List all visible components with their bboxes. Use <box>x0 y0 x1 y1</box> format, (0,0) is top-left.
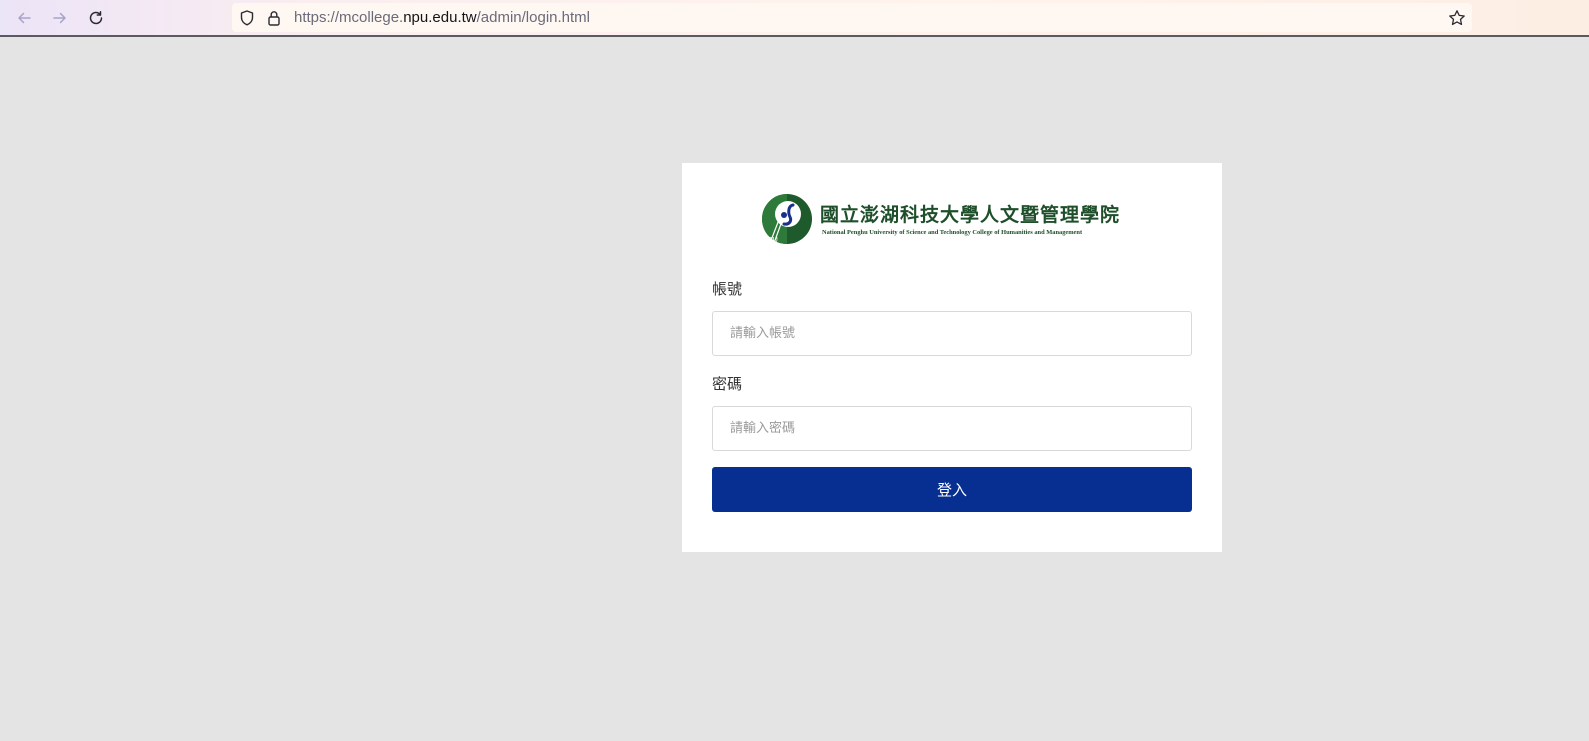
college-name-en: National Penghu University of Science an… <box>822 229 1083 236</box>
password-input[interactable] <box>712 406 1192 451</box>
login-button[interactable]: 登入 <box>712 467 1192 512</box>
account-label: 帳號 <box>712 280 743 298</box>
bookmark-star-icon[interactable] <box>1448 9 1466 27</box>
forward-icon[interactable] <box>50 8 70 28</box>
login-card: NPU 國立澎湖科技大學人文暨管理學院 National Penghu Univ… <box>682 163 1222 552</box>
college-logo: NPU 國立澎湖科技大學人文暨管理學院 National Penghu Univ… <box>760 193 1138 247</box>
npu-emblem-icon: NPU <box>762 194 812 244</box>
url-text[interactable]: https://mcollege.npu.edu.tw/admin/login.… <box>294 9 590 26</box>
password-label: 密碼 <box>712 375 743 393</box>
emblem-text: NPU <box>763 237 778 244</box>
lock-icon[interactable] <box>265 9 283 27</box>
address-bar[interactable]: https://mcollege.npu.edu.tw/admin/login.… <box>232 3 1472 32</box>
reload-icon[interactable] <box>86 8 106 28</box>
account-input[interactable] <box>712 311 1192 356</box>
back-icon[interactable] <box>14 8 34 28</box>
shield-icon[interactable] <box>238 9 256 27</box>
url-host: npu.edu.tw <box>403 9 477 26</box>
url-path: /admin/login.html <box>476 9 590 26</box>
college-name-zh: 國立澎湖科技大學人文暨管理學院 <box>820 204 1121 226</box>
browser-toolbar: https://mcollege.npu.edu.tw/admin/login.… <box>0 0 1589 37</box>
url-prefix: https://mcollege. <box>294 9 404 26</box>
